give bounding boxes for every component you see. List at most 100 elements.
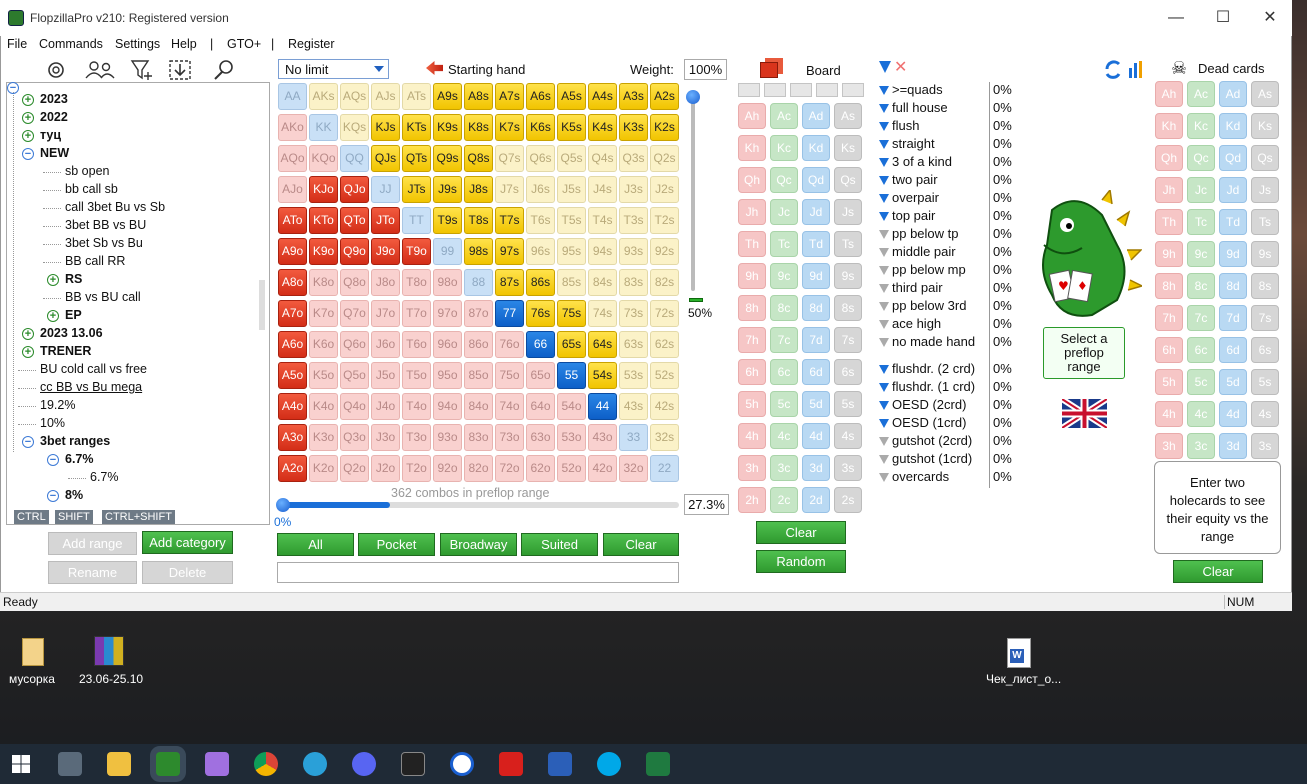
word-taskbar-icon[interactable] — [548, 752, 572, 776]
board-card-6h[interactable]: 6h — [738, 359, 766, 385]
rename-button[interactable]: Rename — [48, 561, 137, 584]
dead-card-9c[interactable]: 9c — [1187, 241, 1215, 267]
dead-card-9h[interactable]: 9h — [1155, 241, 1183, 267]
hand-cell-K8s[interactable]: K8s — [464, 114, 493, 141]
board-card-6d[interactable]: 6d — [802, 359, 830, 385]
hand-cell-T6o[interactable]: T6o — [402, 331, 431, 358]
tree-item[interactable]: cc BB vs Bu mega — [40, 380, 142, 394]
filter-funnel-icon[interactable] — [879, 248, 889, 257]
board-card-4d[interactable]: 4d — [802, 423, 830, 449]
dead-card-7d[interactable]: 7d — [1219, 305, 1247, 331]
hand-cell-75o[interactable]: 75o — [495, 362, 524, 389]
hand-cell-87o[interactable]: 87o — [464, 300, 493, 327]
tree-item[interactable]: 8% — [65, 488, 83, 502]
hand-cell-T9o[interactable]: T9o — [402, 238, 431, 265]
dead-card-Kd[interactable]: Kd — [1219, 113, 1247, 139]
tree-item[interactable]: NEW — [40, 146, 69, 160]
add-range-button[interactable]: Add range — [48, 532, 137, 555]
hand-cell-T4o[interactable]: T4o — [402, 393, 431, 420]
maximize-button[interactable]: ☐ — [1213, 8, 1233, 28]
board-card-4h[interactable]: 4h — [738, 423, 766, 449]
hand-cell-T6s[interactable]: T6s — [526, 207, 555, 234]
hand-cell-94s[interactable]: 94s — [588, 238, 617, 265]
minimize-button[interactable]: — — [1166, 8, 1186, 28]
hand-cell-94o[interactable]: 94o — [433, 393, 462, 420]
filter-funnel-icon[interactable] — [879, 158, 889, 167]
hand-cell-A2s[interactable]: A2s — [650, 83, 679, 110]
hand-cell-Q9o[interactable]: Q9o — [340, 238, 369, 265]
dead-card-Th[interactable]: Th — [1155, 209, 1183, 235]
hand-cell-63s[interactable]: 63s — [619, 331, 648, 358]
hand-cell-K4s[interactable]: K4s — [588, 114, 617, 141]
hand-cell-J4o[interactable]: J4o — [371, 393, 400, 420]
hand-cell-64s[interactable]: 64s — [588, 331, 617, 358]
tree-item[interactable]: bb call sb — [65, 182, 118, 196]
dead-card-6h[interactable]: 6h — [1155, 337, 1183, 363]
desktop-word-doc-icon[interactable]: W — [1007, 638, 1031, 668]
hand-cell-KK[interactable]: KK — [309, 114, 338, 141]
hand-cell-32s[interactable]: 32s — [650, 424, 679, 451]
dead-card-8c[interactable]: 8c — [1187, 273, 1215, 299]
filter-funnel-icon[interactable] — [879, 383, 889, 392]
clear-filter-icon[interactable]: ✕ — [894, 57, 907, 77]
weight-slider-thumb[interactable] — [686, 90, 700, 104]
board-card-7d[interactable]: 7d — [802, 327, 830, 353]
hand-cell-Q3o[interactable]: Q3o — [340, 424, 369, 451]
board-card-Qs[interactable]: Qs — [834, 167, 862, 193]
select-pocket-button[interactable]: Pocket — [358, 533, 435, 556]
board-card-9c[interactable]: 9c — [770, 263, 798, 289]
calculator-taskbar-icon[interactable] — [58, 752, 82, 776]
hand-cell-QTs[interactable]: QTs — [402, 145, 431, 172]
select-suited-button[interactable]: Suited — [521, 533, 598, 556]
hand-cell-A6o[interactable]: A6o — [278, 331, 307, 358]
hand-cell-84o[interactable]: 84o — [464, 393, 493, 420]
hand-cell-T2o[interactable]: T2o — [402, 455, 431, 482]
dead-card-5h[interactable]: 5h — [1155, 369, 1183, 395]
hand-cell-K8o[interactable]: K8o — [309, 269, 338, 296]
hand-cell-87s[interactable]: 87s — [495, 269, 524, 296]
hand-cell-A5s[interactable]: A5s — [557, 83, 586, 110]
hand-cell-62s[interactable]: 62s — [650, 331, 679, 358]
tree-item[interactable]: 3bet ranges — [40, 434, 110, 448]
hand-cell-54o[interactable]: 54o — [557, 393, 586, 420]
dead-clear-button[interactable]: Clear — [1173, 560, 1263, 583]
dead-card-6d[interactable]: 6d — [1219, 337, 1247, 363]
bar-chart-icon[interactable] — [1129, 61, 1142, 78]
board-card-Kh[interactable]: Kh — [738, 135, 766, 161]
filter-funnel-icon[interactable] — [879, 455, 889, 464]
hand-cell-A9o[interactable]: A9o — [278, 238, 307, 265]
board-card-As[interactable]: As — [834, 103, 862, 129]
dead-card-5s[interactable]: 5s — [1251, 369, 1279, 395]
board-card-Ad[interactable]: Ad — [802, 103, 830, 129]
hand-cell-K6s[interactable]: K6s — [526, 114, 555, 141]
board-card-2c[interactable]: 2c — [770, 487, 798, 513]
menu-file[interactable]: File — [7, 37, 27, 51]
hand-cell-44[interactable]: 44 — [588, 393, 617, 420]
hand-cell-T9s[interactable]: T9s — [433, 207, 462, 234]
filter-funnel-icon[interactable] — [879, 212, 889, 221]
dead-card-Tc[interactable]: Tc — [1187, 209, 1215, 235]
chrome-taskbar-icon[interactable] — [254, 752, 278, 776]
board-card-2d[interactable]: 2d — [802, 487, 830, 513]
menu-gto[interactable]: GTO+ — [227, 37, 261, 51]
expand-icon[interactable]: + — [47, 274, 59, 286]
hand-cell-65s[interactable]: 65s — [557, 331, 586, 358]
hand-cell-76o[interactable]: 76o — [495, 331, 524, 358]
filter-funnel-icon[interactable] — [879, 140, 889, 149]
board-card-Td[interactable]: Td — [802, 231, 830, 257]
board-card-8h[interactable]: 8h — [738, 295, 766, 321]
board-card-6c[interactable]: 6c — [770, 359, 798, 385]
hand-cell-A2o[interactable]: A2o — [278, 455, 307, 482]
tree-item[interactable]: 10% — [40, 416, 65, 430]
delete-button[interactable]: Delete — [142, 561, 233, 584]
filter-funnel-icon[interactable] — [879, 230, 889, 239]
tree-item[interactable]: 2023 13.06 — [40, 326, 103, 340]
hand-cell-K7s[interactable]: K7s — [495, 114, 524, 141]
dead-card-Kc[interactable]: Kc — [1187, 113, 1215, 139]
hand-cell-85o[interactable]: 85o — [464, 362, 493, 389]
expand-icon[interactable]: + — [22, 346, 34, 358]
board-card-Kc[interactable]: Kc — [770, 135, 798, 161]
hand-cell-K3s[interactable]: K3s — [619, 114, 648, 141]
hand-cell-J5s[interactable]: J5s — [557, 176, 586, 203]
board-card-Qd[interactable]: Qd — [802, 167, 830, 193]
